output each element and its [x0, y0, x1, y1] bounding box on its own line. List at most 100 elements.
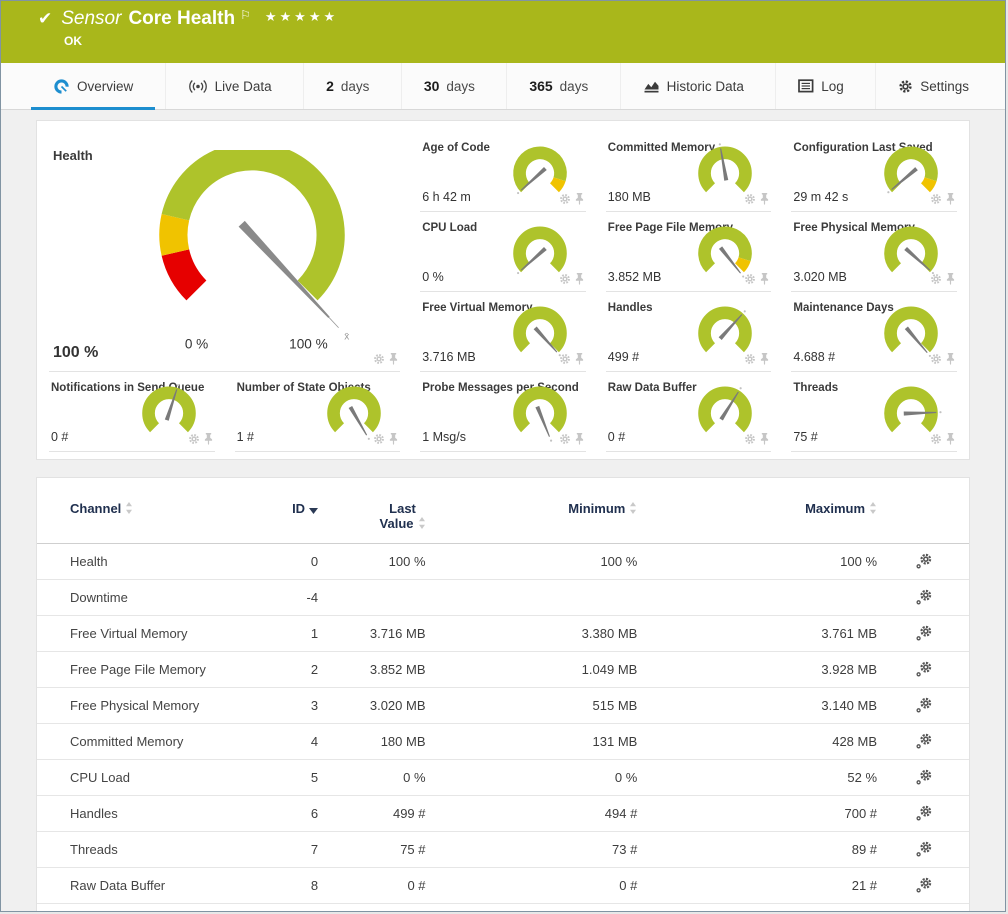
channel-settings-gear-icon[interactable] — [915, 625, 932, 642]
gauge-cell-icons — [373, 433, 398, 445]
tab-live-data[interactable]: Live Data — [164, 63, 294, 109]
column-header-maximum[interactable]: Maximum — [638, 500, 878, 544]
channel-maximum-cell: 89 # — [638, 831, 879, 868]
channel-last-value-cell — [319, 579, 427, 616]
channel-name-cell: Raw Data Buffer — [37, 867, 260, 904]
pin-icon[interactable] — [575, 273, 584, 285]
sort-icon — [418, 517, 425, 529]
tab-log[interactable]: Log — [775, 63, 866, 109]
flag-icon[interactable]: ⚐ — [240, 8, 251, 22]
column-header-last-value[interactable]: Last Value — [319, 500, 426, 544]
channel-maximum-cell: 3.761 MB — [638, 615, 879, 652]
page-title: Core Health — [128, 8, 236, 29]
pin-icon[interactable] — [946, 193, 955, 205]
gauge-settings-gear-icon[interactable] — [373, 353, 385, 365]
channel-minimum-cell: 100 % — [426, 543, 639, 580]
gauges-panel: Health x̄ 0 % 100 % 100 % Age of Code 6 h … — [36, 120, 970, 460]
column-header-minimum[interactable]: Minimum — [427, 500, 639, 544]
column-label: Channel — [70, 501, 122, 516]
pin-icon[interactable] — [946, 353, 955, 365]
tab-settings[interactable]: Settings — [875, 63, 991, 109]
pin-icon[interactable] — [946, 433, 955, 445]
pin-icon[interactable] — [760, 433, 769, 445]
gauge-settings-gear-icon[interactable] — [559, 433, 571, 445]
pin-icon[interactable] — [575, 193, 584, 205]
pin-icon[interactable] — [760, 193, 769, 205]
sort-icon — [630, 502, 637, 514]
channel-name-cell: CPU Load — [37, 759, 260, 796]
gauge-cell-number-of-state-objects: Number of State Objects 1 # — [234, 372, 401, 452]
gauge-settings-gear-icon[interactable] — [930, 433, 942, 445]
gauge-settings-gear-icon[interactable] — [930, 273, 942, 285]
channel-settings-gear-icon[interactable] — [915, 805, 932, 822]
gauge-value: 180 MB — [607, 190, 651, 204]
pin-icon[interactable] — [204, 433, 213, 445]
table-row: Threads 7 75 # 73 # 89 # — [37, 831, 969, 868]
channel-minimum-cell: 0 % — [426, 759, 639, 796]
channel-name-cell: Free Virtual Memory — [37, 615, 260, 652]
tab-2-days[interactable]: 2 days — [303, 63, 391, 109]
channel-last-value-cell: 100 % — [319, 543, 427, 580]
status-ok-check-icon: ✔ — [38, 9, 53, 28]
channel-id-cell: 6 — [259, 795, 320, 832]
channel-id-cell: -4 — [259, 579, 320, 616]
pin-icon[interactable] — [575, 433, 584, 445]
tab-30-days[interactable]: 30 days — [400, 63, 497, 109]
tab-overview[interactable]: Overview — [31, 63, 156, 110]
channel-settings-gear-icon[interactable] — [915, 841, 932, 858]
channel-maximum-cell: 100 % — [638, 543, 879, 580]
channel-name-cell: Downtime — [37, 579, 260, 616]
prtg-sensor-window: ✔ Sensor Core Health ⚐ ★★★★★ OK Overview — [0, 0, 1006, 912]
area-chart-icon — [644, 81, 659, 92]
gauge-settings-gear-icon[interactable] — [744, 433, 756, 445]
gauge-settings-gear-icon[interactable] — [744, 193, 756, 205]
gauge-cell-handles: Handles 499 # — [605, 292, 772, 372]
pin-icon[interactable] — [389, 353, 398, 365]
tab-365-days[interactable]: 365 days — [506, 63, 610, 109]
channel-settings-gear-icon[interactable] — [915, 697, 932, 714]
gauge-settings-gear-icon[interactable] — [373, 433, 385, 445]
gauge-cell-icons — [744, 433, 769, 445]
channel-last-value-cell: 3.716 MB — [319, 615, 427, 652]
channels-table: Channel ID Last Value Minimum Maximum He… — [37, 500, 969, 904]
gauge-cell-icons — [930, 433, 955, 445]
gauge-settings-gear-icon[interactable] — [744, 353, 756, 365]
gauge-settings-gear-icon[interactable] — [559, 353, 571, 365]
channel-settings-gear-icon[interactable] — [915, 553, 932, 570]
gauge-value: 75 # — [793, 430, 818, 444]
tab-historic-data[interactable]: Historic Data — [619, 63, 766, 109]
channel-settings-gear-icon[interactable] — [915, 769, 932, 786]
gauge-settings-gear-icon[interactable] — [559, 273, 571, 285]
gauge-settings-gear-icon[interactable] — [559, 193, 571, 205]
pin-icon[interactable] — [760, 353, 769, 365]
gauge-settings-gear-icon[interactable] — [930, 193, 942, 205]
priority-stars[interactable]: ★★★★★ — [265, 9, 338, 25]
channel-id-cell: 3 — [259, 687, 320, 724]
column-header-channel[interactable]: Channel — [37, 500, 259, 544]
channel-minimum-cell: 73 # — [426, 831, 639, 868]
tab-label: Log — [821, 78, 844, 94]
channel-settings-gear-icon[interactable] — [915, 661, 932, 678]
gauge-cell-icons — [930, 353, 955, 365]
gauge-settings-gear-icon[interactable] — [188, 433, 200, 445]
gauge-icon — [54, 78, 69, 94]
gauge-settings-gear-icon[interactable] — [744, 273, 756, 285]
gauge-settings-gear-icon[interactable] — [930, 353, 942, 365]
sensor-kind-label: Sensor — [61, 8, 122, 29]
channel-last-value-cell: 3.020 MB — [319, 687, 427, 724]
overview-content: Health x̄ 0 % 100 % 100 % Age of Code 6 h … — [1, 110, 1005, 911]
health-gauge-dial: x̄ 0 % 100 % — [126, 142, 378, 357]
column-header-id[interactable]: ID — [259, 500, 319, 544]
channel-settings-gear-icon[interactable] — [915, 877, 932, 894]
channel-settings-gear-icon[interactable] — [915, 733, 932, 750]
tab-bar: Overview Live Data 2 days 30 days 365 da… — [1, 63, 1005, 110]
gauge-cell-icons — [744, 273, 769, 285]
gauge-cell-icons — [930, 273, 955, 285]
pin-icon[interactable] — [389, 433, 398, 445]
pin-icon[interactable] — [760, 273, 769, 285]
channel-id-cell: 0 — [259, 543, 320, 580]
column-label: Value — [379, 516, 414, 531]
channel-settings-gear-icon[interactable] — [915, 589, 932, 606]
pin-icon[interactable] — [575, 353, 584, 365]
pin-icon[interactable] — [946, 273, 955, 285]
